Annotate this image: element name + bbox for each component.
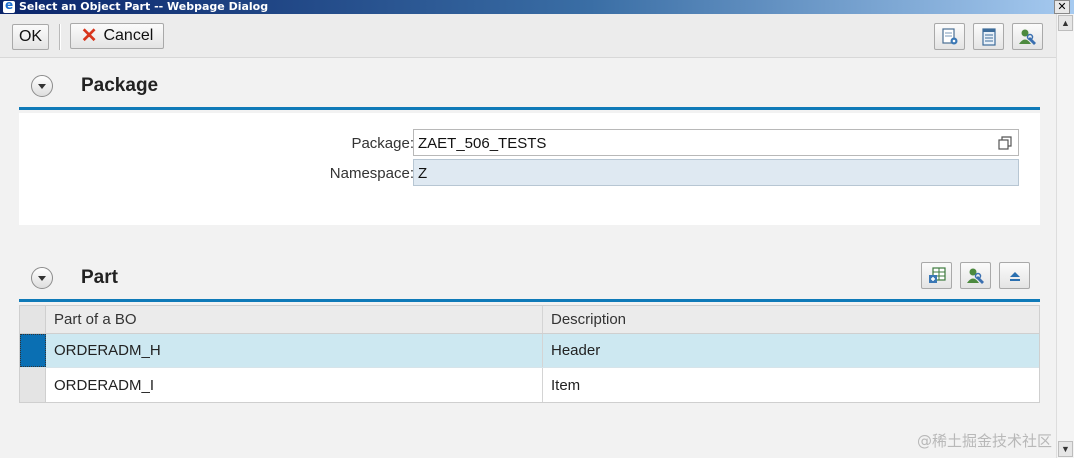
value-help-icon[interactable]	[998, 136, 1012, 150]
column-header-part[interactable]: Part of a BO	[46, 306, 543, 333]
part-section-header: Part	[19, 250, 1040, 302]
personalize-icon	[1018, 29, 1036, 45]
package-section-header: Package	[19, 58, 1040, 110]
export-table-icon	[928, 266, 946, 283]
toolbar-separator	[59, 24, 61, 50]
part-collapse-icon[interactable]	[31, 267, 53, 289]
window-close-button[interactable]: ✕	[1054, 0, 1070, 14]
description-cell[interactable]: Header	[543, 334, 1039, 367]
package-value: ZAET_506_TESTS	[418, 135, 547, 152]
vertical-scrollbar[interactable]: ▲ ▼	[1056, 14, 1074, 458]
scroll-up-icon[interactable]: ▲	[1058, 15, 1073, 31]
ok-button[interactable]: OK	[12, 24, 49, 50]
package-label: Package:	[351, 135, 414, 152]
table-personalize-button[interactable]	[960, 262, 991, 289]
collapse-up-button[interactable]	[999, 262, 1030, 289]
cancel-button[interactable]: ✕ Cancel	[70, 23, 164, 49]
description-cell[interactable]: Item	[543, 368, 1039, 402]
package-collapse-icon[interactable]	[31, 75, 53, 97]
browser-icon	[3, 0, 15, 13]
dialog-toolbar: OK ✕ Cancel	[0, 14, 1056, 58]
personalize-button[interactable]	[1012, 23, 1043, 50]
parts-table: Part of a BO Description ORDERADM_H Head…	[19, 305, 1040, 403]
part-section-title: Part	[81, 267, 118, 288]
document-button[interactable]	[973, 23, 1004, 50]
select-all-cell[interactable]	[20, 306, 46, 333]
part-cell[interactable]: ORDERADM_I	[46, 368, 543, 402]
package-form: Package: ZAET_506_TESTS Namespace: Z	[19, 113, 1040, 225]
window-titlebar: Select an Object Part -- Webpage Dialog …	[0, 0, 1074, 14]
settings-page-icon	[941, 27, 957, 44]
row-selector[interactable]	[20, 334, 46, 367]
window-title: Select an Object Part -- Webpage Dialog	[19, 0, 269, 13]
collapse-up-icon	[1009, 271, 1020, 281]
namespace-field: Z	[413, 159, 1019, 186]
part-cell[interactable]: ORDERADM_H	[46, 334, 543, 367]
package-field[interactable]: ZAET_506_TESTS	[413, 129, 1019, 156]
table-header-row: Part of a BO Description	[20, 306, 1039, 334]
cancel-label: Cancel	[103, 27, 154, 44]
table-row[interactable]: ORDERADM_H Header	[20, 334, 1039, 368]
scroll-down-icon[interactable]: ▼	[1058, 441, 1073, 457]
settings-page-button[interactable]	[934, 23, 965, 50]
dialog-content: Package Package: ZAET_506_TESTS Namespac…	[0, 58, 1056, 458]
document-icon	[981, 27, 996, 46]
watermark: @稀土掘金技术社区	[916, 432, 1052, 450]
table-row[interactable]: ORDERADM_I Item	[20, 368, 1039, 402]
export-table-button[interactable]	[921, 262, 952, 289]
row-selector[interactable]	[20, 368, 46, 402]
namespace-label: Namespace:	[329, 165, 414, 182]
namespace-value: Z	[418, 165, 428, 182]
personalize-icon	[966, 268, 984, 284]
cancel-x-icon: ✕	[80, 25, 98, 47]
package-section-title: Package	[81, 75, 159, 96]
column-header-description[interactable]: Description	[543, 306, 1039, 333]
